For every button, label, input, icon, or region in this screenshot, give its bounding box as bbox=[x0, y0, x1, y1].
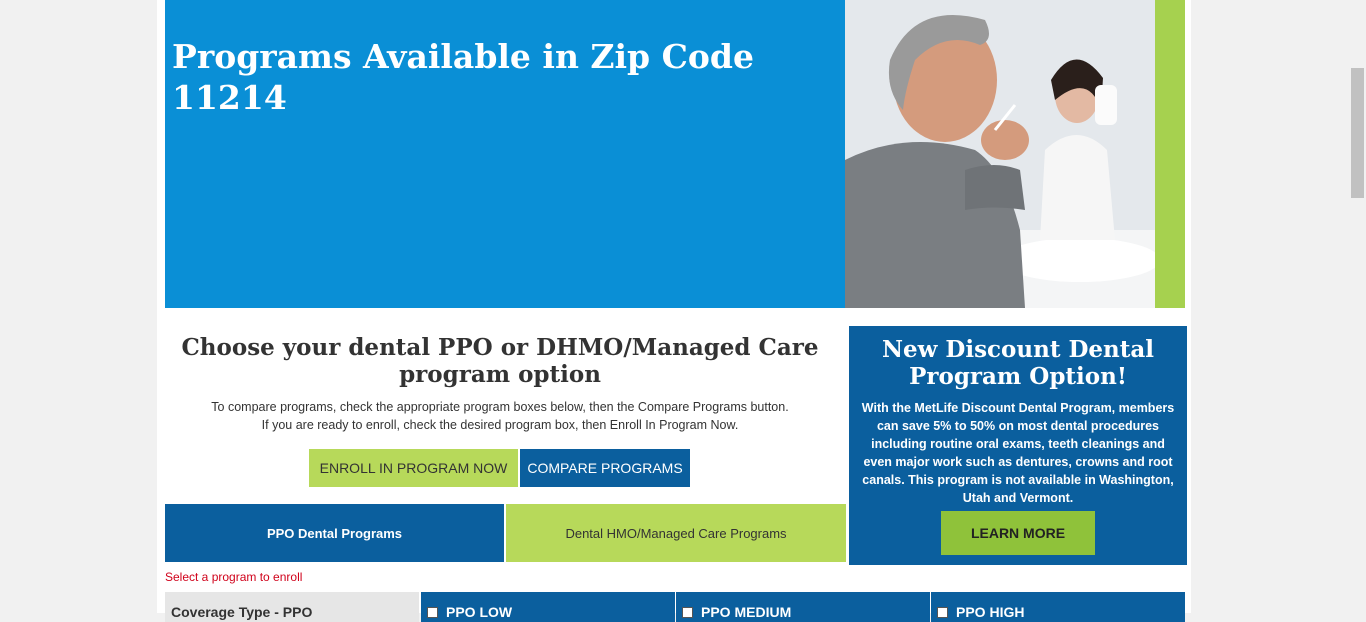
instructions-line-2: If you are ready to enroll, check the de… bbox=[261, 418, 739, 432]
coverage-type-cell: Coverage Type - PPO bbox=[165, 592, 419, 622]
compare-instructions: To compare programs, check the appropria… bbox=[165, 398, 835, 434]
instructions-line-1: To compare programs, check the appropria… bbox=[211, 400, 789, 414]
couple-brushing-teeth-photo bbox=[845, 0, 1155, 308]
enroll-button[interactable]: ENROLL IN PROGRAM NOW bbox=[309, 449, 518, 487]
plan-label: PPO HIGH bbox=[956, 604, 1025, 620]
learn-more-button[interactable]: LEARN MORE bbox=[941, 511, 1095, 555]
plan-column-ppo-medium[interactable]: PPO MEDIUM bbox=[676, 592, 930, 622]
hero-title-panel: Programs Available in Zip Code 11214 bbox=[165, 0, 845, 308]
tab-ppo-dental-programs[interactable]: PPO Dental Programs bbox=[165, 504, 504, 562]
plan-column-ppo-high[interactable]: PPO HIGH bbox=[931, 592, 1185, 622]
program-chooser-intro: Choose your dental PPO or DHMO/Managed C… bbox=[165, 334, 835, 434]
vertical-scrollbar[interactable] bbox=[1349, 0, 1366, 613]
section-heading: Choose your dental PPO or DHMO/Managed C… bbox=[181, 334, 819, 388]
plan-column-ppo-low[interactable]: PPO LOW bbox=[421, 592, 675, 622]
program-table-header: Coverage Type - PPO PPO LOW PPO MEDIUM P… bbox=[165, 592, 1185, 622]
tab-dhmo-managed-care-programs[interactable]: Dental HMO/Managed Care Programs bbox=[506, 504, 846, 562]
page-title: Programs Available in Zip Code 11214 bbox=[172, 37, 754, 117]
promo-title: New Discount Dental Program Option! bbox=[881, 336, 1155, 390]
plan-label: PPO LOW bbox=[446, 604, 513, 620]
hero-photo-illustration bbox=[845, 0, 1155, 308]
compare-programs-button[interactable]: COMPARE PROGRAMS bbox=[520, 449, 690, 487]
hero-accent-bar bbox=[1155, 0, 1185, 308]
hero-banner: Programs Available in Zip Code 11214 bbox=[165, 0, 1185, 308]
plan-label: PPO MEDIUM bbox=[701, 604, 792, 620]
scrollbar-thumb[interactable] bbox=[1351, 68, 1364, 198]
select-program-error: Select a program to enroll bbox=[165, 570, 303, 584]
promo-body: With the MetLife Discount Dental Program… bbox=[861, 401, 1175, 505]
discount-program-promo: New Discount Dental Program Option! With… bbox=[849, 326, 1187, 565]
